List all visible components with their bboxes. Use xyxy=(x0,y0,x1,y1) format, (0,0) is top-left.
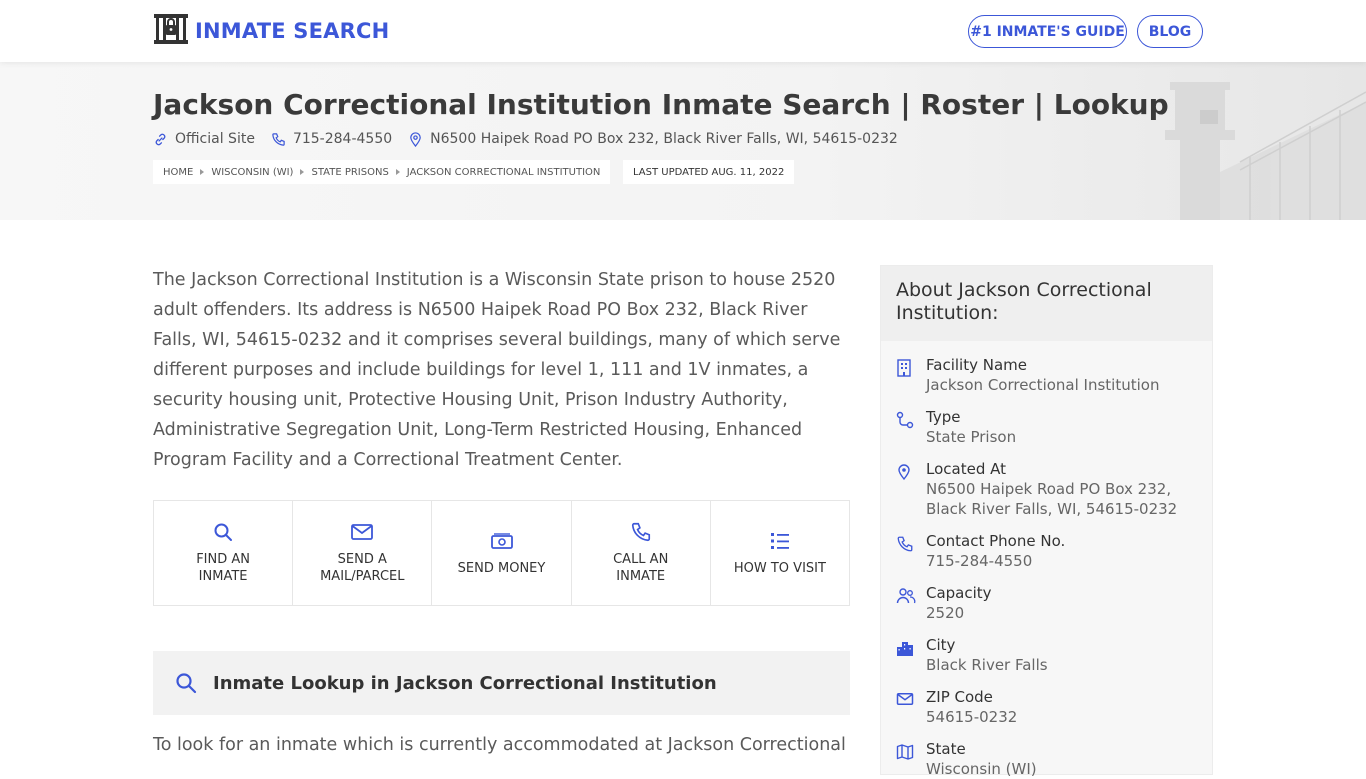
address-link[interactable]: N6500 Haipek Road PO Box 232, Black Rive… xyxy=(408,131,898,147)
last-updated-badge: LAST UPDATED AUG. 11, 2022 xyxy=(623,160,795,184)
facility-name-value: Jackson Correctional Institution xyxy=(926,376,1160,394)
zip-code-label: ZIP Code xyxy=(926,688,993,706)
site-header: INMATE SEARCH #1 INMATE'S GUIDE BLOG xyxy=(0,0,1366,62)
contact-phone-label: Contact Phone No. xyxy=(926,532,1066,550)
nav-inmates-guide-button[interactable]: #1 INMATE'S GUIDE xyxy=(968,15,1127,48)
action-tiles: FIND AN INMATE SEND A MAIL/PARCEL SEND M… xyxy=(153,500,850,606)
map-icon xyxy=(896,739,914,779)
capacity-row: Capacity 2520 xyxy=(881,583,1212,623)
facility-info-title: About Jackson Correctional Institution: xyxy=(881,266,1212,341)
phone-icon xyxy=(631,522,650,542)
mail-icon xyxy=(896,687,914,727)
money-icon xyxy=(490,532,513,549)
mail-icon xyxy=(351,524,374,540)
find-inmate-label: FIND AN INMATE xyxy=(196,552,250,584)
zip-code-row: ZIP Code 54615-0232 xyxy=(881,687,1212,727)
city-icon xyxy=(896,635,914,675)
located-at-row: Located At N6500 Haipek Road PO Box 232,… xyxy=(881,459,1212,519)
location-pin-icon xyxy=(896,459,914,519)
intro-paragraph: The Jackson Correctional Institution is … xyxy=(153,270,841,470)
search-icon xyxy=(214,523,233,541)
city-row: City Black River Falls xyxy=(881,635,1212,675)
hero-section: Jackson Correctional Institution Inmate … xyxy=(0,62,1366,220)
page-title: Jackson Correctional Institution Inmate … xyxy=(153,88,1169,121)
building-icon xyxy=(896,355,914,395)
call-inmate-label: CALL AN INMATE xyxy=(613,552,669,584)
brand-logo-link[interactable]: INMATE SEARCH xyxy=(153,13,389,49)
breadcrumb: HOME WISCONSIN (WI) STATE PRISONS JACKSO… xyxy=(153,160,611,184)
breadcrumb-separator-icon xyxy=(395,169,400,175)
city-label: City xyxy=(926,636,956,654)
find-inmate-button[interactable]: FIND AN INMATE xyxy=(154,501,294,605)
zip-code-value: 54615-0232 xyxy=(926,708,1018,726)
city-value: Black River Falls xyxy=(926,656,1048,674)
type-label: Type xyxy=(926,408,961,426)
type-value: State Prison xyxy=(926,428,1017,446)
breadcrumb-current: JACKSON CORRECTIONAL INSTITUTION xyxy=(406,166,601,178)
breadcrumb-state-prisons[interactable]: STATE PRISONS xyxy=(311,167,388,178)
type-row: Type State Prison xyxy=(881,407,1212,447)
facility-info-card: About Jackson Correctional Institution: … xyxy=(880,265,1213,778)
official-site-label: Official Site xyxy=(175,131,255,147)
facility-name-label: Facility Name xyxy=(926,356,1027,374)
facility-name-row: Facility Name Jackson Correctional Insti… xyxy=(881,355,1212,395)
facility-meta: Official Site 715-284-4550 N6500 Haipek … xyxy=(153,131,898,147)
capacity-label: Capacity xyxy=(926,584,992,602)
prison-tower-illustration xyxy=(1165,82,1366,220)
located-at-value: N6500 Haipek Road PO Box 232, Black Rive… xyxy=(926,480,1178,518)
inmate-lookup-title: Inmate Lookup in Jackson Correctional In… xyxy=(213,672,717,694)
how-to-visit-button[interactable]: HOW TO VISIT xyxy=(711,501,849,605)
capacity-value: 2520 xyxy=(926,604,965,622)
state-label: State xyxy=(926,740,966,758)
contact-phone-value[interactable]: 715-284-4550 xyxy=(926,551,1065,571)
list-icon xyxy=(770,532,789,549)
location-pin-icon xyxy=(410,131,421,147)
send-mail-label: SEND A MAIL/PARCEL xyxy=(320,552,405,584)
breadcrumb-separator-icon xyxy=(200,169,205,175)
users-icon xyxy=(896,583,916,623)
state-row: State Wisconsin (WI) xyxy=(881,739,1212,779)
breadcrumb-separator-icon xyxy=(300,169,305,175)
breadcrumb-home[interactable]: HOME xyxy=(163,167,193,178)
phone-icon xyxy=(272,132,285,146)
send-money-button[interactable]: SEND MONEY xyxy=(432,501,572,605)
send-money-label: SEND MONEY xyxy=(457,560,546,576)
located-at-label: Located At xyxy=(926,460,1006,478)
inmate-lookup-section-header: Inmate Lookup in Jackson Correctional In… xyxy=(153,651,850,715)
contact-phone-row: Contact Phone No. 715-284-4550 xyxy=(881,531,1212,571)
state-value[interactable]: Wisconsin (WI) xyxy=(926,759,1037,779)
jail-logo-icon xyxy=(153,13,189,49)
phone-icon xyxy=(896,531,914,571)
address-text: N6500 Haipek Road PO Box 232, Black Rive… xyxy=(430,131,898,147)
facility-info-list: Facility Name Jackson Correctional Insti… xyxy=(881,341,1212,779)
phone-link[interactable]: 715-284-4550 xyxy=(271,131,392,147)
call-inmate-button[interactable]: CALL AN INMATE xyxy=(572,501,711,605)
search-icon xyxy=(176,673,197,694)
how-to-visit-label: HOW TO VISIT xyxy=(733,560,826,576)
send-mail-button[interactable]: SEND A MAIL/PARCEL xyxy=(293,501,433,605)
route-icon xyxy=(896,407,914,447)
official-site-link[interactable]: Official Site xyxy=(153,131,255,147)
brand-name: INMATE SEARCH xyxy=(195,19,390,43)
lookup-paragraph: To look for an inmate which is currently… xyxy=(153,735,846,755)
breadcrumb-state[interactable]: WISCONSIN (WI) xyxy=(211,167,293,178)
phone-number: 715-284-4550 xyxy=(292,131,393,147)
nav-blog-button[interactable]: BLOG xyxy=(1137,15,1203,48)
link-icon xyxy=(155,133,166,145)
